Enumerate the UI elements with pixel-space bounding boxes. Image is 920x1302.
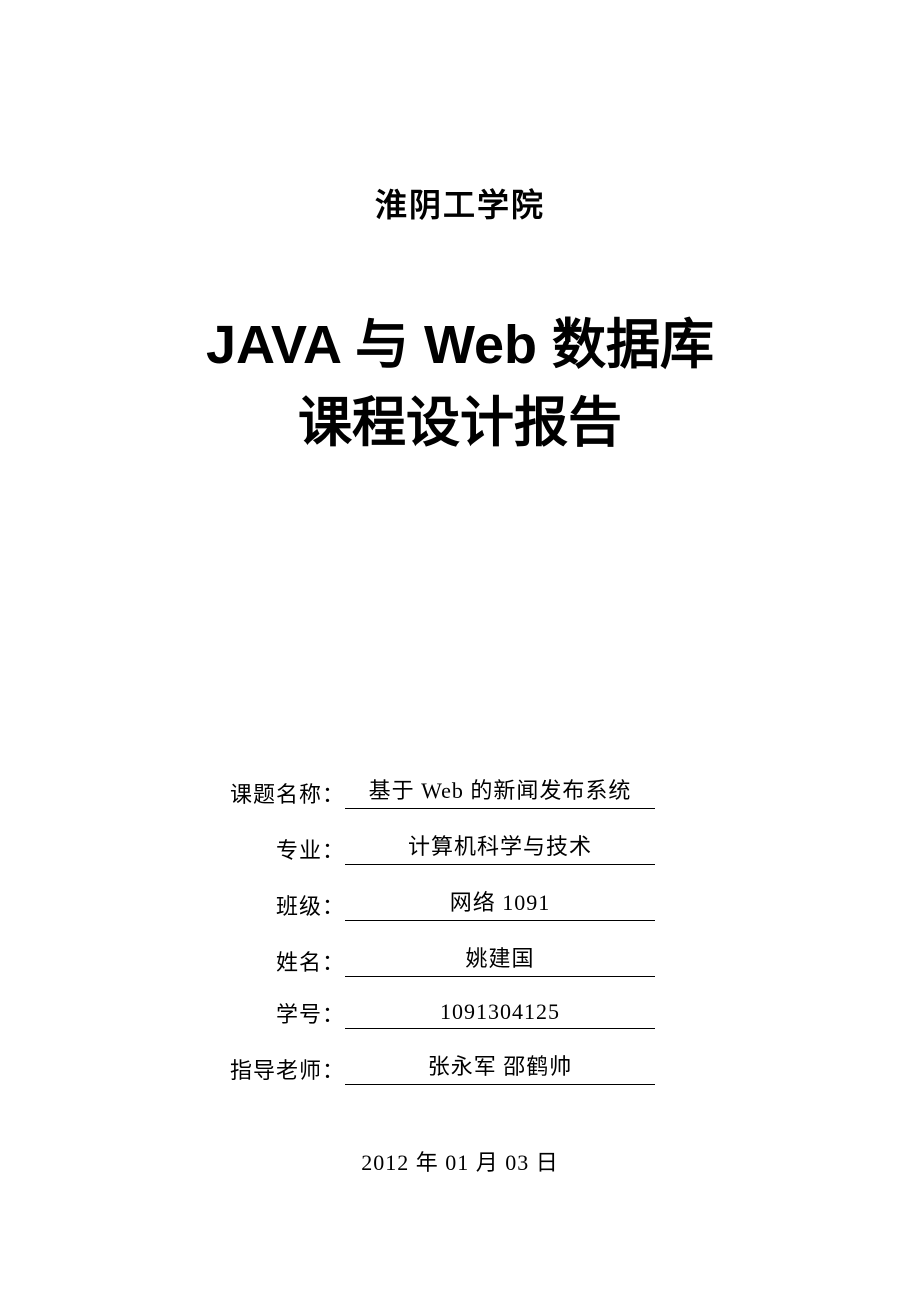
field-value: 计算机科学与技术 <box>345 829 655 865</box>
field-label: 专业： <box>215 833 345 865</box>
field-topic: 课题名称： 基于 Web 的新闻发布系统 <box>215 773 920 809</box>
field-value: 网络 1091 <box>345 885 655 921</box>
field-class: 班级： 网络 1091 <box>215 885 920 921</box>
cover-page: 淮阴工学院 JAVA 与 Web 数据库 课程设计报告 课题名称： 基于 Web… <box>0 0 920 1302</box>
main-title: JAVA 与 Web 数据库 课程设计报告 <box>0 306 920 463</box>
field-value: 姚建国 <box>345 941 655 977</box>
field-student-id: 学号： 1091304125 <box>215 997 920 1029</box>
field-advisor: 指导老师： 张永军 邵鹤帅 <box>215 1049 920 1085</box>
field-label: 指导老师： <box>215 1053 345 1085</box>
institution-name: 淮阴工学院 <box>0 180 920 226</box>
title-line-2: 课程设计报告 <box>0 384 920 462</box>
field-value: 1091304125 <box>345 999 655 1029</box>
field-label: 姓名： <box>215 945 345 977</box>
field-label: 课题名称： <box>215 777 345 809</box>
field-major: 专业： 计算机科学与技术 <box>215 829 920 865</box>
title-line-1: JAVA 与 Web 数据库 <box>0 306 920 384</box>
field-name: 姓名： 姚建国 <box>215 941 920 977</box>
field-value: 基于 Web 的新闻发布系统 <box>345 773 655 809</box>
info-section: 课题名称： 基于 Web 的新闻发布系统 专业： 计算机科学与技术 班级： 网络… <box>0 773 920 1085</box>
field-label: 学号： <box>215 997 345 1029</box>
field-value: 张永军 邵鹤帅 <box>345 1049 655 1085</box>
field-label: 班级： <box>215 889 345 921</box>
date: 2012 年 01 月 03 日 <box>0 1145 920 1177</box>
